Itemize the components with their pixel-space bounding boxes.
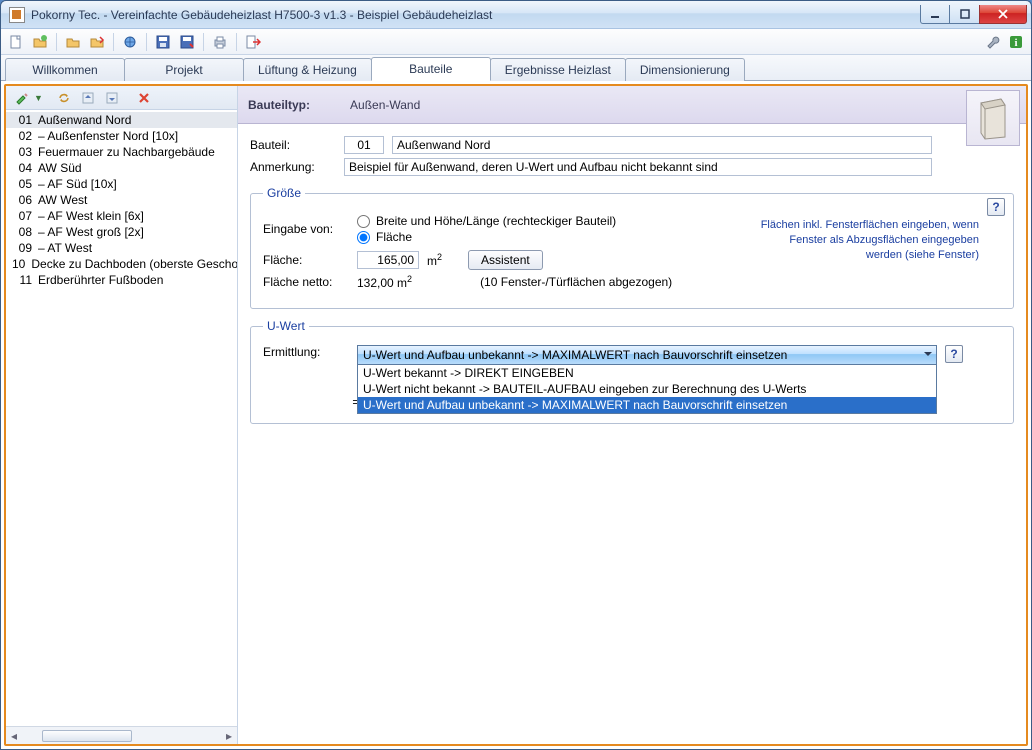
list-toolbar: ▼ [6, 86, 237, 110]
main-area: ▼ 01Außenwand Nord 02 – Außenfenster Nor… [1, 81, 1031, 749]
parts-list[interactable]: 01Außenwand Nord 02 – Außenfenster Nord … [6, 110, 237, 726]
app-window: Pokorny Tec. - Vereinfachte Gebäudeheizl… [0, 0, 1032, 750]
new-file-icon[interactable] [5, 31, 27, 53]
flaeche-unit: m2 [427, 252, 442, 268]
tab-results[interactable]: Ergebnisse Heizlast [490, 58, 626, 81]
dropdown-option[interactable]: U-Wert nicht bekannt -> BAUTEIL-AUFBAU e… [358, 381, 936, 397]
list-item[interactable]: 06AW West [6, 192, 237, 208]
bauteil-name-input[interactable] [392, 136, 932, 154]
parts-list-panel: ▼ 01Außenwand Nord 02 – Außenfenster Nor… [6, 86, 238, 744]
list-item[interactable]: 04AW Süd [6, 160, 237, 176]
netto-value: 132,00 m2 [357, 274, 412, 290]
list-item[interactable]: 02 – Außenfenster Nord [10x] [6, 128, 237, 144]
tab-project[interactable]: Projekt [124, 58, 244, 81]
radio-fl-label: Fläche [376, 230, 412, 244]
move-up-icon[interactable] [77, 87, 99, 109]
list-item[interactable]: 01Außenwand Nord [6, 112, 237, 128]
anmerkung-label: Anmerkung: [250, 160, 336, 174]
detail-body: Bauteil: Anmerkung: Größe ? Flächen inkl… [238, 124, 1026, 442]
type-value: Außen-Wand [350, 98, 420, 112]
netto-note: (10 Fenster-/Türflächen abgezogen) [480, 275, 672, 289]
refresh-globe-icon[interactable] [119, 31, 141, 53]
dropdown-option[interactable]: U-Wert bekannt -> DIREKT EINGEBEN [358, 365, 936, 381]
tab-welcome[interactable]: Willkommen [5, 58, 125, 81]
save-as-icon[interactable] [176, 31, 198, 53]
info-icon[interactable]: i [1005, 31, 1027, 53]
add-item-icon[interactable] [10, 87, 32, 109]
radio-breite-hoehe[interactable] [357, 215, 370, 228]
netto-label: Fläche netto: [263, 275, 349, 289]
uwert-group: U-Wert Ermittlung: U-Wert und Aufbau unb… [250, 319, 1014, 424]
app-icon [9, 7, 25, 23]
list-item[interactable]: 10Decke zu Dachboden (oberste Geschossde… [6, 256, 237, 272]
svg-text:i: i [1014, 37, 1017, 49]
groesse-legend: Größe [263, 186, 305, 200]
close-button[interactable] [979, 5, 1027, 24]
tab-ventilation[interactable]: Lüftung & Heizung [243, 58, 372, 81]
dropdown-arrow-icon[interactable]: ▼ [34, 93, 43, 103]
assistent-button[interactable]: Assistent [468, 250, 543, 270]
part-thumbnail [966, 90, 1020, 146]
minimize-button[interactable] [920, 5, 950, 24]
scroll-right-icon[interactable]: ▸ [221, 728, 237, 744]
refresh-list-icon[interactable] [53, 87, 75, 109]
dropdown-selected: U-Wert und Aufbau unbekannt -> MAXIMALWE… [363, 348, 787, 362]
type-label: Bauteiltyp: [248, 98, 310, 112]
tab-bar: Willkommen Projekt Lüftung & Heizung Bau… [1, 55, 1031, 81]
groesse-group: Größe ? Flächen inkl. Fensterflächen ein… [250, 186, 1014, 309]
ermittlung-label: Ermittlung: [263, 345, 349, 359]
dropdown-option[interactable]: U-Wert und Aufbau unbekannt -> MAXIMALWE… [358, 397, 936, 413]
open-folder-icon[interactable] [62, 31, 84, 53]
exit-icon[interactable] [242, 31, 264, 53]
detail-header: Bauteiltyp: Außen-Wand [238, 86, 1026, 124]
main-toolbar: i [1, 29, 1031, 55]
detail-panel: Bauteiltyp: Außen-Wand Bauteil: Anmerkun… [238, 86, 1026, 744]
tab-parts[interactable]: Bauteile [371, 57, 491, 81]
bauteil-number-input[interactable] [344, 136, 384, 154]
scroll-left-icon[interactable]: ◂ [6, 728, 22, 744]
anmerkung-input[interactable] [344, 158, 932, 176]
radio-bh-label: Breite und Höhe/Länge (rechteckiger Baut… [376, 214, 616, 228]
eingabe-label: Eingabe von: [263, 222, 349, 236]
scroll-thumb[interactable] [42, 730, 132, 742]
flaeche-input[interactable] [357, 251, 419, 269]
radio-flaeche[interactable] [357, 231, 370, 244]
list-item[interactable]: 07 – AF West klein [6x] [6, 208, 237, 224]
groesse-hint: Flächen inkl. Fensterflächen eingeben, w… [759, 218, 979, 263]
list-item[interactable]: 08 – AF West groß [2x] [6, 224, 237, 240]
flaeche-label: Fläche: [263, 253, 349, 267]
maximize-button[interactable] [950, 5, 980, 24]
list-item[interactable]: 05 – AF Süd [10x] [6, 176, 237, 192]
help-groesse-icon[interactable]: ? [987, 198, 1005, 216]
open-recent-icon[interactable] [86, 31, 108, 53]
list-item[interactable]: 03Feuermauer zu Nachbargebäude [6, 144, 237, 160]
tab-dimensions[interactable]: Dimensionierung [625, 58, 745, 81]
print-icon[interactable] [209, 31, 231, 53]
titlebar: Pokorny Tec. - Vereinfachte Gebäudeheizl… [1, 1, 1031, 29]
uwert-legend: U-Wert [263, 319, 309, 333]
open-folder-green-icon[interactable] [29, 31, 51, 53]
window-title: Pokorny Tec. - Vereinfachte Gebäudeheizl… [31, 8, 920, 22]
list-item[interactable]: 09 – AT West [6, 240, 237, 256]
horizontal-scrollbar[interactable]: ◂ ▸ [6, 726, 237, 744]
move-down-icon[interactable] [101, 87, 123, 109]
bauteil-label: Bauteil: [250, 138, 336, 152]
save-icon[interactable] [152, 31, 174, 53]
dropdown-list: U-Wert bekannt -> DIREKT EINGEBEN U-Wert… [357, 365, 937, 414]
content-frame: ▼ 01Außenwand Nord 02 – Außenfenster Nor… [4, 84, 1028, 746]
list-item[interactable]: 11Erdberührter Fußboden [6, 272, 237, 288]
settings-wrench-icon[interactable] [981, 31, 1003, 53]
ermittlung-dropdown[interactable]: U-Wert und Aufbau unbekannt -> MAXIMALWE… [357, 345, 937, 365]
delete-icon[interactable] [133, 87, 155, 109]
help-uwert-icon[interactable]: ? [945, 345, 963, 363]
